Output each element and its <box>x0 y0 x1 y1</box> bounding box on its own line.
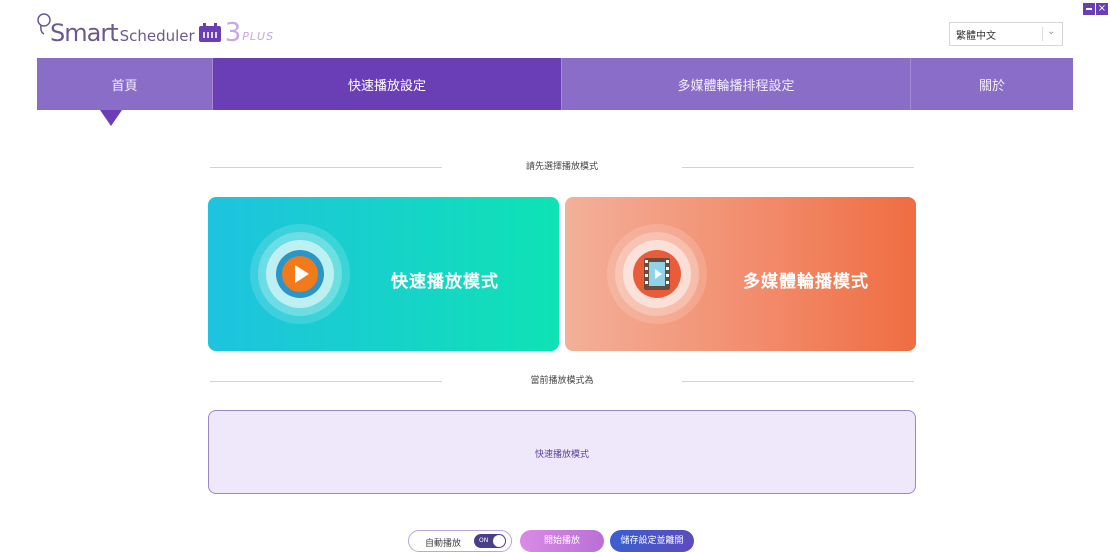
auto-play-switch[interactable]: ON <box>474 534 506 548</box>
language-select[interactable]: 繁體中文 ⌄ <box>949 22 1063 46</box>
logo-version: 3 <box>224 18 242 48</box>
auto-play-label: 自動播放 <box>425 539 462 549</box>
divider <box>682 167 914 168</box>
app-logo: Smart Scheduler 3 PLUS <box>36 12 273 48</box>
multimedia-mode-card[interactable]: 多媒體輪播模式 <box>565 197 916 351</box>
film-icon <box>607 224 707 324</box>
language-select-divider <box>1042 27 1043 41</box>
toggle-on-text: ON <box>479 537 489 544</box>
calendar-icon <box>198 23 221 42</box>
main-nav: 首頁 快速播放設定 多媒體輪播排程設定 關於 <box>37 58 1073 110</box>
auto-play-toggle[interactable]: 自動播放 ON <box>408 530 512 552</box>
current-mode-display: 快速播放模式 <box>208 410 916 494</box>
tab-about[interactable]: 關於 <box>911 58 1073 110</box>
start-play-button[interactable]: 開始播放 <box>520 530 604 552</box>
current-mode-heading: 當前播放模式為 <box>210 374 914 388</box>
save-and-exit-button[interactable]: 儲存設定並離開 <box>610 530 694 552</box>
logo-smart-text: Smart <box>50 19 119 47</box>
minimize-icon[interactable] <box>1083 3 1095 15</box>
quick-play-mode-card[interactable]: 快速播放模式 <box>208 197 559 351</box>
window-controls: × <box>1083 3 1108 15</box>
logo-scheduler-text: Scheduler <box>119 27 195 45</box>
close-icon[interactable]: × <box>1096 3 1108 15</box>
logo-edition: PLUS <box>242 30 275 43</box>
multimedia-mode-label: 多媒體輪播模式 <box>743 272 869 292</box>
language-select-value: 繁體中文 <box>956 31 996 42</box>
toggle-knob <box>493 535 505 547</box>
current-mode-value: 快速播放模式 <box>534 450 589 460</box>
tab-home[interactable]: 首頁 <box>37 58 213 110</box>
tab-quick-play-settings[interactable]: 快速播放設定 <box>213 58 562 110</box>
chevron-down-icon[interactable]: ⌄ <box>1047 26 1055 37</box>
tab-multimedia-schedule-settings[interactable]: 多媒體輪播排程設定 <box>562 58 911 110</box>
active-tab-pointer <box>100 110 122 126</box>
divider <box>682 381 914 382</box>
quick-play-mode-label: 快速播放模式 <box>391 272 499 292</box>
select-mode-heading: 請先選擇播放模式 <box>210 160 914 174</box>
play-icon <box>250 224 350 324</box>
